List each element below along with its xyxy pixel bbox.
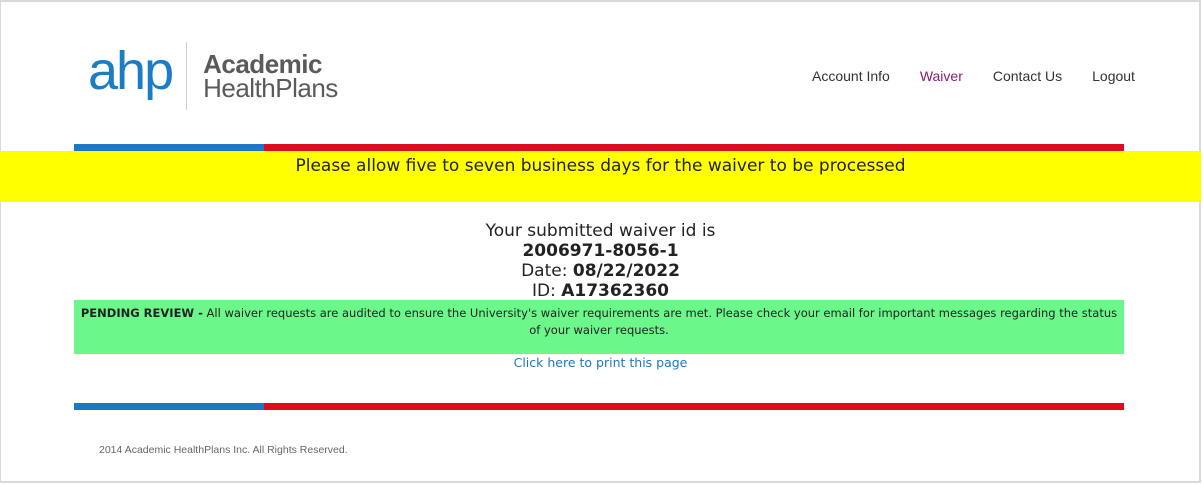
print-page-link[interactable]: Click here to print this page	[0, 355, 1201, 370]
stripe-blue-segment	[74, 403, 264, 410]
pending-message: All waiver requests are audited to ensur…	[206, 306, 1118, 337]
date-value: 08/22/2022	[572, 261, 680, 281]
date-label: Date:	[521, 261, 568, 281]
student-id-value: A17362360	[561, 281, 670, 301]
pending-review-banner: PENDING REVIEW - All waiver requests are…	[74, 300, 1124, 354]
nav-waiver[interactable]: Waiver	[920, 68, 963, 84]
nav-account-info[interactable]: Account Info	[812, 68, 890, 84]
footer-stripe	[74, 403, 1124, 410]
logo-wordmark: Academic HealthPlans	[203, 51, 338, 103]
ahp-logo[interactable]: ahp Academic HealthPlans	[88, 42, 338, 110]
top-nav: Account Info Waiver Contact Us Logout	[812, 68, 1135, 84]
id-label: ID:	[531, 281, 556, 301]
logo-mark: ahp	[88, 41, 174, 101]
id-row: ID: A17362360	[0, 281, 1201, 301]
stripe-red-segment	[264, 403, 1124, 410]
footer-copyright: 2014 Academic HealthPlans Inc. All Right…	[99, 444, 348, 456]
confirmation-intro: Your submitted waiver id is	[485, 221, 716, 241]
logo-divider	[186, 42, 188, 110]
header-stripe	[74, 144, 1124, 151]
processing-notice-banner: Please allow five to seven business days…	[0, 151, 1201, 202]
processing-notice-text: Please allow five to seven business days…	[295, 156, 906, 176]
stripe-blue-segment	[74, 144, 264, 151]
nav-contact-us[interactable]: Contact Us	[993, 68, 1062, 84]
waiver-id-value: 2006971-8056-1	[522, 241, 679, 261]
pending-status-label: PENDING REVIEW -	[80, 306, 203, 320]
logo-line-healthplans: HealthPlans	[203, 73, 338, 103]
nav-logout[interactable]: Logout	[1092, 68, 1135, 84]
stripe-red-segment	[264, 144, 1124, 151]
waiver-confirmation: Your submitted waiver id is 2006971-8056…	[0, 221, 1201, 301]
date-row: Date: 08/22/2022	[0, 261, 1201, 281]
